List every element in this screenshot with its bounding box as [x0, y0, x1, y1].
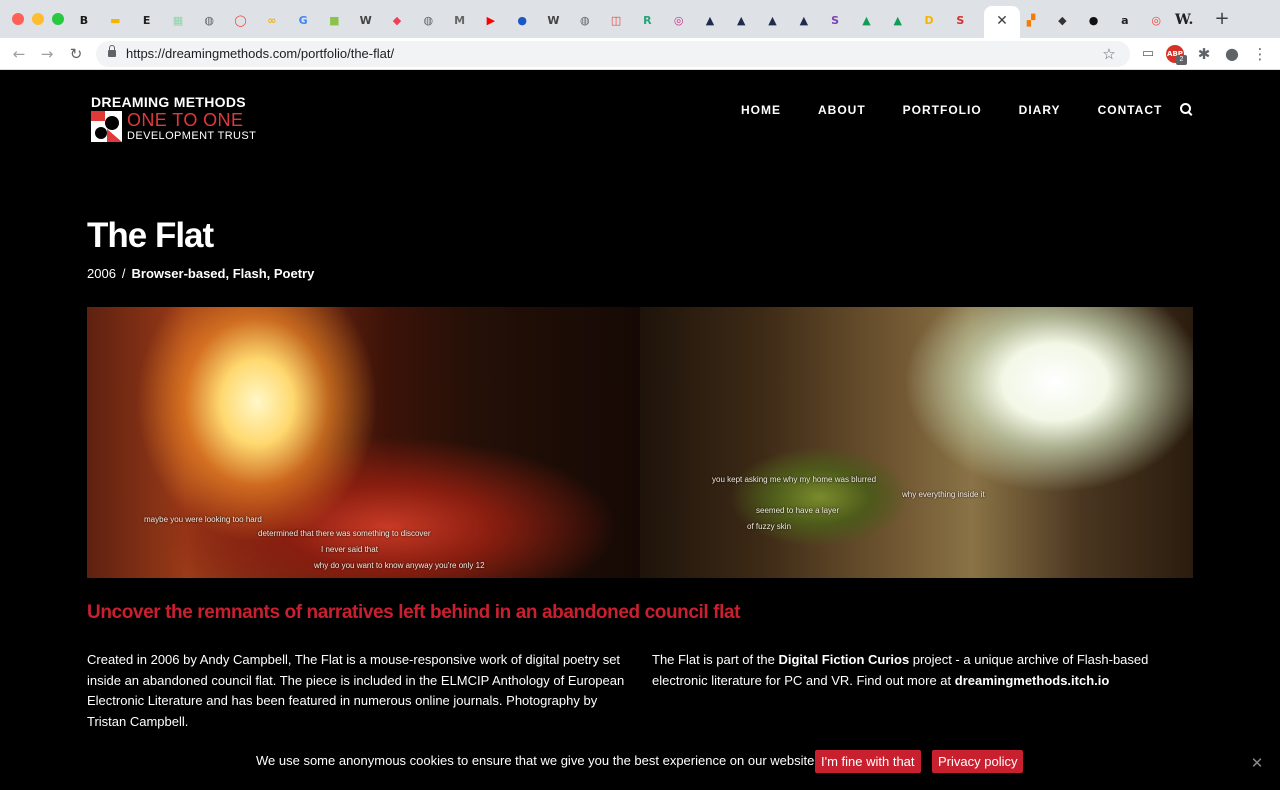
- pocket-icon[interactable]: ◆: [389, 13, 405, 29]
- cookie-close-icon[interactable]: ✕: [1249, 755, 1265, 771]
- dark-circle-icon[interactable]: ●: [1086, 13, 1102, 29]
- drive-icon[interactable]: ▲: [858, 13, 874, 29]
- r-icon[interactable]: R: [639, 13, 655, 29]
- green-square-icon[interactable]: ■: [326, 13, 342, 29]
- cookie-accept-button[interactable]: I'm fine with that: [815, 750, 921, 773]
- hero-overlay-text: I never said that: [321, 545, 378, 554]
- nav-link-portfolio[interactable]: PORTFOLIO: [903, 103, 982, 117]
- hero-overlay-text: maybe you were looking too hard: [144, 515, 262, 524]
- sheets-icon[interactable]: ▦: [170, 13, 186, 29]
- drop-icon[interactable]: ◯: [232, 13, 248, 29]
- forward-icon[interactable]: →: [37, 44, 57, 64]
- hero-photo-living-room: you kept asking me why my home was blurr…: [640, 307, 1193, 578]
- ark-icon-1[interactable]: ▲: [702, 13, 718, 29]
- tab-strip-right: ▞ ◆ ● a ◎: [1023, 11, 1179, 31]
- ark-icon-4[interactable]: ▲: [796, 13, 812, 29]
- web-page: DREAMING METHODS ONE TO ONE DEVELOPMENT …: [0, 70, 1280, 790]
- d-icon[interactable]: D: [921, 13, 937, 29]
- reload-icon[interactable]: ↻: [66, 44, 86, 64]
- youtube-icon[interactable]: ▶: [483, 13, 499, 29]
- new-tab-button[interactable]: +: [1212, 9, 1232, 29]
- logo-subtitle: ONE TO ONE: [127, 110, 244, 130]
- logo-mark-icon: [91, 111, 122, 142]
- diamond-icon[interactable]: ◆: [1054, 13, 1070, 29]
- reader-icon[interactable]: ◫: [608, 13, 624, 29]
- scribd-icon[interactable]: S: [952, 13, 968, 29]
- logo-tagline: DEVELOPMENT TRUST: [127, 130, 257, 142]
- post-categories[interactable]: Browser-based, Flash, Poetry: [132, 266, 315, 281]
- wikipedia-icon[interactable]: W: [358, 13, 374, 29]
- extensions-puzzle-icon[interactable]: ✱: [1195, 45, 1213, 63]
- tab-close-icon[interactable]: ✕: [993, 12, 1011, 30]
- target-icon[interactable]: ◎: [1148, 13, 1164, 29]
- amazon-icon[interactable]: a: [1117, 13, 1133, 29]
- back-icon[interactable]: ←: [9, 44, 29, 64]
- nav-link-contact[interactable]: CONTACT: [1098, 103, 1163, 117]
- nav-link-diary[interactable]: DIARY: [1019, 103, 1061, 117]
- globe-icon-2[interactable]: ◍: [420, 13, 436, 29]
- post-meta: 2006 / Browser-based, Flash, Poetry: [87, 266, 314, 281]
- s-circle-icon[interactable]: S: [827, 13, 843, 29]
- hero-overlay-text: why everything inside it: [902, 490, 985, 499]
- browser-menu-icon[interactable]: ⋮: [1251, 45, 1269, 63]
- window-maximize-button[interactable]: [52, 13, 64, 25]
- search-icon[interactable]: [1180, 103, 1194, 117]
- tab-strip: B ▬ E ▦ ◍ ◯ ∞ G ■ W ◆ ◍ M ▶ ● W ◍ ◫ R ◎ ▲ ▲ ▲ ▲ S ▲ ▲ D S: [76, 11, 984, 31]
- blocks-icon[interactable]: ▞: [1023, 13, 1039, 29]
- nav-link-home[interactable]: HOME: [741, 103, 781, 117]
- blogger-icon[interactable]: B: [76, 13, 92, 29]
- profile-avatar-icon[interactable]: ●: [1223, 45, 1241, 63]
- hero-overlay-text: determined that there was something to d…: [258, 529, 431, 538]
- blue-dot-icon[interactable]: ●: [514, 13, 530, 29]
- infinity-icon[interactable]: ∞: [264, 13, 280, 29]
- drive-extension-icon[interactable]: ▭: [1139, 45, 1157, 63]
- adblock-badge: 2: [1176, 55, 1187, 65]
- nav-link-about[interactable]: ABOUT: [818, 103, 866, 117]
- globe-icon[interactable]: ◍: [201, 13, 217, 29]
- browser-toolbar: ← → ↻ https://dreamingmethods.com/portfo…: [0, 38, 1280, 70]
- hero-overlay-text: why do you want to know anyway you're on…: [314, 561, 485, 570]
- browser-tab-bar: B ▬ E ▦ ◍ ◯ ∞ G ■ W ◆ ◍ M ▶ ● W ◍ ◫ R ◎ ▲ ▲ ▲ ▲ S ▲ ▲ D S ✕ ▞ ◆ ● a ◎ W.…: [0, 0, 1280, 38]
- itch-io-link[interactable]: dreamingmethods.itch.io: [955, 673, 1110, 688]
- cookie-message: We use some anonymous cookies to ensure …: [256, 753, 818, 768]
- window-close-button[interactable]: [12, 13, 24, 25]
- digital-fiction-curios-link[interactable]: Digital Fiction Curios: [778, 652, 909, 667]
- project-tagline: Uncover the remnants of narratives left …: [87, 602, 741, 623]
- hero-overlay-text: of fuzzy skin: [747, 522, 792, 531]
- ark-icon-3[interactable]: ▲: [765, 13, 781, 29]
- e-icon[interactable]: E: [139, 13, 155, 29]
- page-title: The Flat: [87, 216, 214, 255]
- slides-icon[interactable]: ▬: [107, 13, 123, 29]
- bookmark-star-icon[interactable]: ☆: [1100, 44, 1118, 64]
- drive-icon-2[interactable]: ▲: [890, 13, 906, 29]
- hero-image: maybe you were looking too hard determin…: [87, 307, 1193, 578]
- hero-overlay-text: seemed to have a layer: [756, 506, 840, 515]
- site-logo[interactable]: DREAMING METHODS ONE TO ONE DEVELOPMENT …: [91, 94, 256, 144]
- url-text[interactable]: https://dreamingmethods.com/portfolio/th…: [126, 41, 394, 67]
- instagram-icon[interactable]: ◎: [671, 13, 687, 29]
- window-minimize-button[interactable]: [32, 13, 44, 25]
- lock-icon[interactable]: [108, 45, 116, 58]
- logo-title: DREAMING METHODS: [91, 94, 246, 110]
- wikipedia-icon-2[interactable]: W: [545, 13, 561, 29]
- description-right: The Flat is part of the Digital Fiction …: [652, 650, 1172, 691]
- cookie-banner: We use some anonymous cookies to ensure …: [0, 740, 1280, 790]
- meta-separator: /: [121, 266, 126, 281]
- google-icon[interactable]: G: [295, 13, 311, 29]
- hero-photo-bedroom: maybe you were looking too hard determin…: [87, 307, 640, 578]
- globe-icon-3[interactable]: ◍: [577, 13, 593, 29]
- description-right-text: The Flat is part of the: [652, 652, 779, 667]
- privacy-policy-button[interactable]: Privacy policy: [932, 750, 1024, 773]
- address-bar[interactable]: https://dreamingmethods.com/portfolio/th…: [96, 41, 1130, 67]
- hero-overlay-text: you kept asking me why my home was blurr…: [712, 475, 877, 484]
- medium-icon[interactable]: M: [452, 13, 468, 29]
- ark-icon-2[interactable]: ▲: [733, 13, 749, 29]
- post-year: 2006: [87, 266, 116, 281]
- description-left: Created in 2006 by Andy Campbell, The Fl…: [87, 652, 625, 729]
- tab-w[interactable]: W.: [1175, 11, 1193, 29]
- main-navigation: HOME ABOUT PORTFOLIO DIARY CONTACT: [741, 102, 1199, 118]
